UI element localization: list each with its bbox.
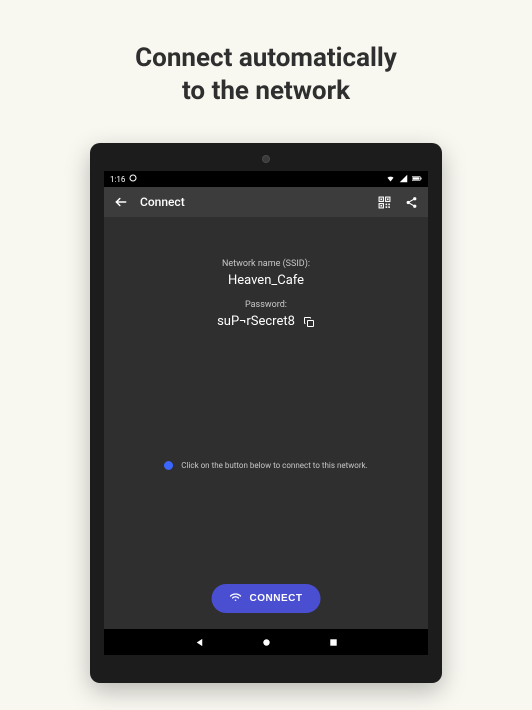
screen-title: Connect	[140, 195, 366, 209]
app-title-bar: Connect	[104, 187, 428, 217]
android-nav-bar	[104, 629, 428, 655]
hint-text: Click on the button below to connect to …	[181, 461, 367, 470]
status-bar: 1:16	[104, 171, 428, 187]
qr-code-icon[interactable]	[378, 196, 391, 209]
status-app-icon	[129, 174, 137, 184]
nav-recent-icon[interactable]	[328, 633, 339, 652]
copy-icon[interactable]	[303, 316, 315, 328]
battery-status-icon	[412, 174, 422, 185]
nav-home-icon[interactable]	[261, 633, 272, 652]
password-value: suP¬rSecret8	[217, 314, 295, 329]
marketing-headline: Connect automatically to the network	[0, 0, 532, 107]
headline-line2: to the network	[0, 75, 532, 108]
network-info-block: Network name (SSID): Heaven_Cafe Passwor…	[217, 259, 315, 329]
front-camera	[262, 155, 270, 163]
ssid-label: Network name (SSID):	[217, 259, 315, 269]
status-time: 1:16	[110, 175, 125, 184]
main-content: Network name (SSID): Heaven_Cafe Passwor…	[104, 217, 428, 629]
connect-button-label: CONNECT	[250, 593, 303, 604]
password-label: Password:	[217, 300, 315, 310]
back-arrow-icon[interactable]	[114, 195, 128, 209]
wifi-status-icon	[386, 174, 395, 185]
share-icon[interactable]	[405, 196, 418, 209]
tablet-screen: 1:16 Connect	[104, 171, 428, 655]
connect-button[interactable]: CONNECT	[212, 584, 321, 613]
wifi-icon	[230, 592, 242, 605]
hint-row: Click on the button below to connect to …	[104, 461, 428, 470]
tablet-device-frame: 1:16 Connect	[90, 143, 442, 683]
info-icon	[164, 461, 173, 470]
cellular-status-icon	[399, 174, 408, 185]
nav-back-icon[interactable]	[194, 633, 205, 652]
headline-line1: Connect automatically	[0, 42, 532, 75]
ssid-value: Heaven_Cafe	[217, 273, 315, 288]
